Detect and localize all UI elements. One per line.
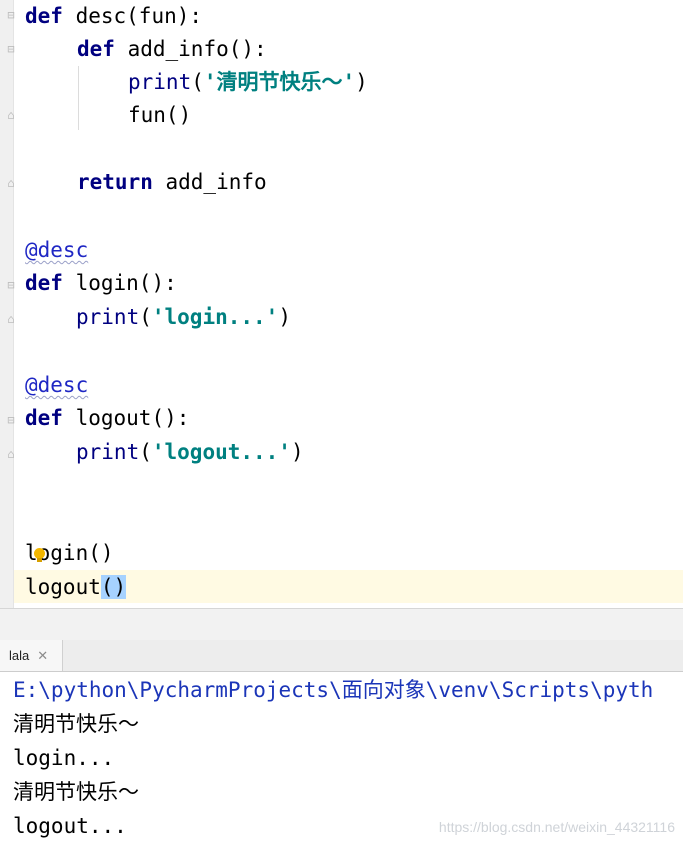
string-literal: 'login...' (151, 305, 279, 329)
code-text: desc(fun): (62, 4, 203, 28)
fold-icon[interactable]: ⊟ (4, 8, 18, 22)
builtin-name: print (128, 70, 192, 94)
keyword: def (25, 406, 63, 430)
run-console-output[interactable]: E:\python\PycharmProjects\面向对象\venv\Scri… (0, 672, 683, 843)
code-line[interactable]: return add_info (77, 166, 267, 199)
code-text: fun() (128, 103, 192, 127)
keyword: def (25, 4, 63, 28)
run-tab-label: lala (9, 648, 30, 663)
fold-icon[interactable]: ⊟ (4, 278, 18, 292)
code-line[interactable]: def logout(): (25, 402, 189, 435)
code-line[interactable]: def add_info(): (77, 33, 267, 66)
keyword: return (77, 170, 153, 194)
keyword: def (77, 37, 115, 61)
run-tab[interactable]: lala ✕ (0, 640, 63, 671)
close-icon[interactable]: ✕ (37, 649, 48, 662)
string-literal: 'logout...' (151, 440, 291, 464)
fold-icon[interactable]: ⌂ (4, 108, 18, 122)
code-line[interactable]: @desc (25, 369, 88, 402)
fold-icon[interactable]: ⌂ (4, 312, 18, 326)
console-line: logout... (13, 814, 127, 838)
fold-icon[interactable]: ⊟ (4, 42, 18, 56)
indent-guide (78, 66, 79, 130)
console-line: E:\python\PycharmProjects\面向对象\venv\Scri… (13, 678, 654, 702)
watermark: https://blog.csdn.net/weixin_44321116 (438, 819, 675, 835)
code-text: logout(): (62, 406, 190, 430)
code-text: ( (139, 305, 152, 329)
code-text: ( (139, 440, 152, 464)
run-tab-bar: lala ✕ (0, 640, 683, 672)
code-text: logout (25, 575, 101, 599)
code-text: add_info (152, 170, 267, 194)
editor-gutter[interactable] (0, 0, 14, 608)
decorator: @desc (25, 238, 89, 262)
code-text: ( (191, 70, 204, 94)
code-line[interactable]: print('清明节快乐～') (128, 66, 368, 99)
fold-icon[interactable]: ⌂ (4, 176, 18, 190)
code-text: ) (290, 440, 304, 464)
keyword: def (25, 271, 63, 295)
code-line[interactable]: def login(): (25, 267, 177, 300)
code-line[interactable]: fun() (128, 99, 191, 132)
builtin-name: print (76, 305, 140, 329)
string-literal: '清明节快乐～' (203, 70, 356, 94)
panel-divider[interactable] (0, 608, 683, 641)
code-line[interactable]: @desc (25, 234, 88, 267)
decorator: @desc (25, 373, 89, 397)
code-line[interactable]: def desc(fun): (25, 0, 202, 33)
console-line: login... (13, 746, 115, 770)
code-text: ) (278, 305, 291, 329)
code-line[interactable]: logout() (25, 571, 127, 604)
builtin-name: print (76, 440, 140, 464)
code-text: ) (355, 70, 368, 94)
console-line: 清明节快乐～ (13, 780, 139, 804)
fold-icon[interactable]: ⊟ (4, 413, 18, 427)
lightbulb-icon-base (37, 558, 42, 562)
code-line[interactable]: print('logout...') (76, 436, 304, 469)
code-line[interactable]: print('login...') (76, 301, 291, 334)
text-selection: () (100, 575, 127, 599)
fold-icon[interactable]: ⌂ (4, 447, 18, 461)
console-line: 清明节快乐～ (13, 712, 139, 736)
code-text: login(): (62, 271, 177, 295)
code-text: add_info(): (114, 37, 267, 61)
code-editor[interactable]: ⊟ ⊟ ⌂ ⌂ ⊟ ⌂ ⊟ ⌂ def desc(fun): def add_i… (0, 0, 683, 608)
